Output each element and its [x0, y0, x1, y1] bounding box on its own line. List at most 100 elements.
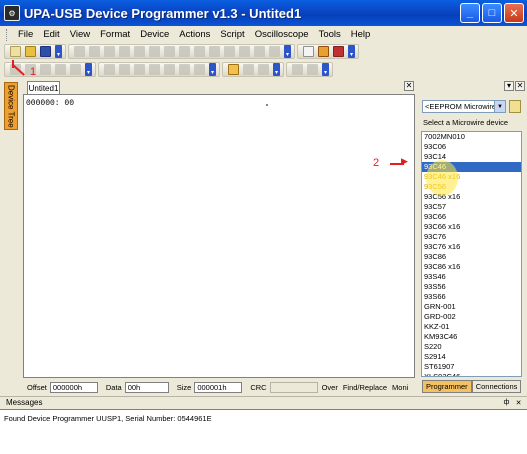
action-3-icon[interactable] [134, 64, 145, 75]
tab-programmer[interactable]: Programmer [422, 380, 472, 393]
zoom-icon[interactable] [243, 64, 254, 75]
device-type-select[interactable]: <EEPROM Microwire ▼ [422, 100, 506, 113]
panel-dropdown-button[interactable]: ▾ [504, 81, 514, 91]
document-tab[interactable]: Untited1 [27, 81, 60, 94]
columns-icon[interactable] [269, 46, 280, 57]
pin-icon[interactable]: ф [502, 398, 511, 407]
menu-oscilloscope[interactable]: Oscilloscope [250, 29, 314, 40]
menu-actions[interactable]: Actions [174, 29, 215, 40]
action-6-icon[interactable] [179, 64, 190, 75]
doc-close-button[interactable]: ✕ [404, 81, 414, 91]
device-list-item[interactable]: XLS93C46 [422, 372, 521, 376]
replace-icon[interactable] [179, 46, 190, 57]
device-list-item[interactable]: GRN-001 [422, 302, 521, 312]
bookmark-icon[interactable] [254, 46, 265, 57]
toolbar-chevron-icon[interactable]: ▾ [55, 45, 62, 58]
cut-icon[interactable] [104, 46, 115, 57]
blank-check-icon[interactable] [70, 64, 81, 75]
device-list-item[interactable]: 93C86 x16 [422, 262, 521, 272]
device-list-item[interactable]: 93C66 [422, 212, 521, 222]
menu-tools[interactable]: Tools [314, 29, 346, 40]
actions-toolbar: ▾ [98, 62, 220, 77]
device-list-item[interactable]: S2914 [422, 352, 521, 362]
folder-icon[interactable] [509, 100, 521, 113]
minimize-button[interactable]: _ [460, 3, 480, 23]
menu-device[interactable]: Device [135, 29, 174, 40]
device-list-item[interactable]: 7002MN010 [422, 132, 521, 142]
verify-icon[interactable] [40, 64, 51, 75]
menu-help[interactable]: Help [346, 29, 376, 40]
panel-tabs: Programmer Connections [422, 380, 522, 393]
tab-connections[interactable]: Connections [471, 380, 522, 393]
device-list-item[interactable]: 93C56 [422, 182, 521, 192]
redo-icon[interactable] [89, 46, 100, 57]
toolbar-chevron-icon[interactable]: ▾ [348, 45, 355, 58]
find-icon[interactable] [164, 46, 175, 57]
toolbar-chevron-icon[interactable]: ▾ [322, 63, 329, 76]
device-list-item[interactable]: 93C46 [422, 162, 521, 172]
document-icon[interactable] [303, 46, 314, 57]
action-2-icon[interactable] [119, 64, 130, 75]
device-list-item[interactable]: KM93C46 [422, 332, 521, 342]
device-list[interactable]: 7002MN010 93C06 93C14 93C46 93C46 x16 93C56 93… [421, 131, 522, 377]
copy-icon[interactable] [119, 46, 130, 57]
erase-icon[interactable] [55, 64, 66, 75]
device-list-item[interactable]: 93C76 x16 [422, 242, 521, 252]
new-file-icon[interactable] [10, 46, 21, 57]
undo-icon[interactable] [74, 46, 85, 57]
device-list-item[interactable]: 93C46 x16 [422, 172, 521, 182]
fill-icon[interactable] [209, 46, 220, 57]
chevron-down-icon[interactable]: ▼ [494, 101, 505, 112]
measure-icon[interactable] [258, 64, 269, 75]
device-list-item[interactable]: 93C14 [422, 152, 521, 162]
maximize-button[interactable]: □ [482, 3, 502, 23]
app-icon[interactable]: ⚙ [4, 5, 20, 21]
window-title: UPA-USB Device Programmer v1.3 - Untited… [24, 5, 302, 21]
toolbar-chevron-icon[interactable]: ▾ [209, 63, 216, 76]
device-list-item[interactable]: 93S46 [422, 272, 521, 282]
toolbar-chevron-icon[interactable]: ▾ [284, 45, 291, 58]
panel-close-button[interactable]: ✕ [515, 81, 525, 91]
save-icon[interactable] [40, 46, 51, 57]
device-list-item[interactable]: 93C66 x16 [422, 222, 521, 232]
delete-icon[interactable] [149, 46, 160, 57]
device-list-item[interactable]: 93S66 [422, 292, 521, 302]
device-list-item[interactable]: 93S56 [422, 282, 521, 292]
device-list-item[interactable]: 93C06 [422, 142, 521, 152]
close-button[interactable]: ✕ [504, 3, 524, 23]
menu-view[interactable]: View [65, 29, 95, 40]
hex-editor[interactable]: 000000: 00 [23, 94, 415, 378]
device-list-item[interactable]: 93C57 [422, 202, 521, 212]
menu-format[interactable]: Format [95, 29, 135, 40]
device-list-item[interactable]: 93C86 [422, 252, 521, 262]
menu-file[interactable]: File [13, 29, 38, 40]
checksum-icon[interactable] [239, 46, 250, 57]
device-list-item[interactable]: 93C76 [422, 232, 521, 242]
device-list-item[interactable]: 93C56 x16 [422, 192, 521, 202]
action-4-icon[interactable] [149, 64, 160, 75]
menu-grip[interactable] [6, 28, 9, 41]
device-list-item[interactable]: S220 [422, 342, 521, 352]
file-toolbar: ▾ [4, 44, 66, 59]
menu-edit[interactable]: Edit [38, 29, 64, 40]
action-7-icon[interactable] [194, 64, 205, 75]
toolbar-chevron-icon[interactable]: ▾ [85, 63, 92, 76]
device-list-item[interactable]: KKZ-01 [422, 322, 521, 332]
action-1-icon[interactable] [104, 64, 115, 75]
settings-icon[interactable] [333, 46, 344, 57]
device-tree-tab[interactable]: Device Tree [4, 82, 18, 130]
device-list-item[interactable]: GRD-002 [422, 312, 521, 322]
edit-icon[interactable] [318, 46, 329, 57]
open-folder-icon[interactable] [25, 46, 36, 57]
stop-icon[interactable] [307, 64, 318, 75]
device-list-item[interactable]: ST61907 [422, 362, 521, 372]
toolbar-chevron-icon[interactable]: ▾ [273, 63, 280, 76]
paste-icon[interactable] [134, 46, 145, 57]
action-5-icon[interactable] [164, 64, 175, 75]
pointer-icon[interactable] [228, 64, 239, 75]
compare-icon[interactable] [224, 46, 235, 57]
messages-close-button[interactable]: ✕ [514, 398, 523, 407]
goto-icon[interactable] [194, 46, 205, 57]
run-icon[interactable] [292, 64, 303, 75]
menu-script[interactable]: Script [215, 29, 249, 40]
